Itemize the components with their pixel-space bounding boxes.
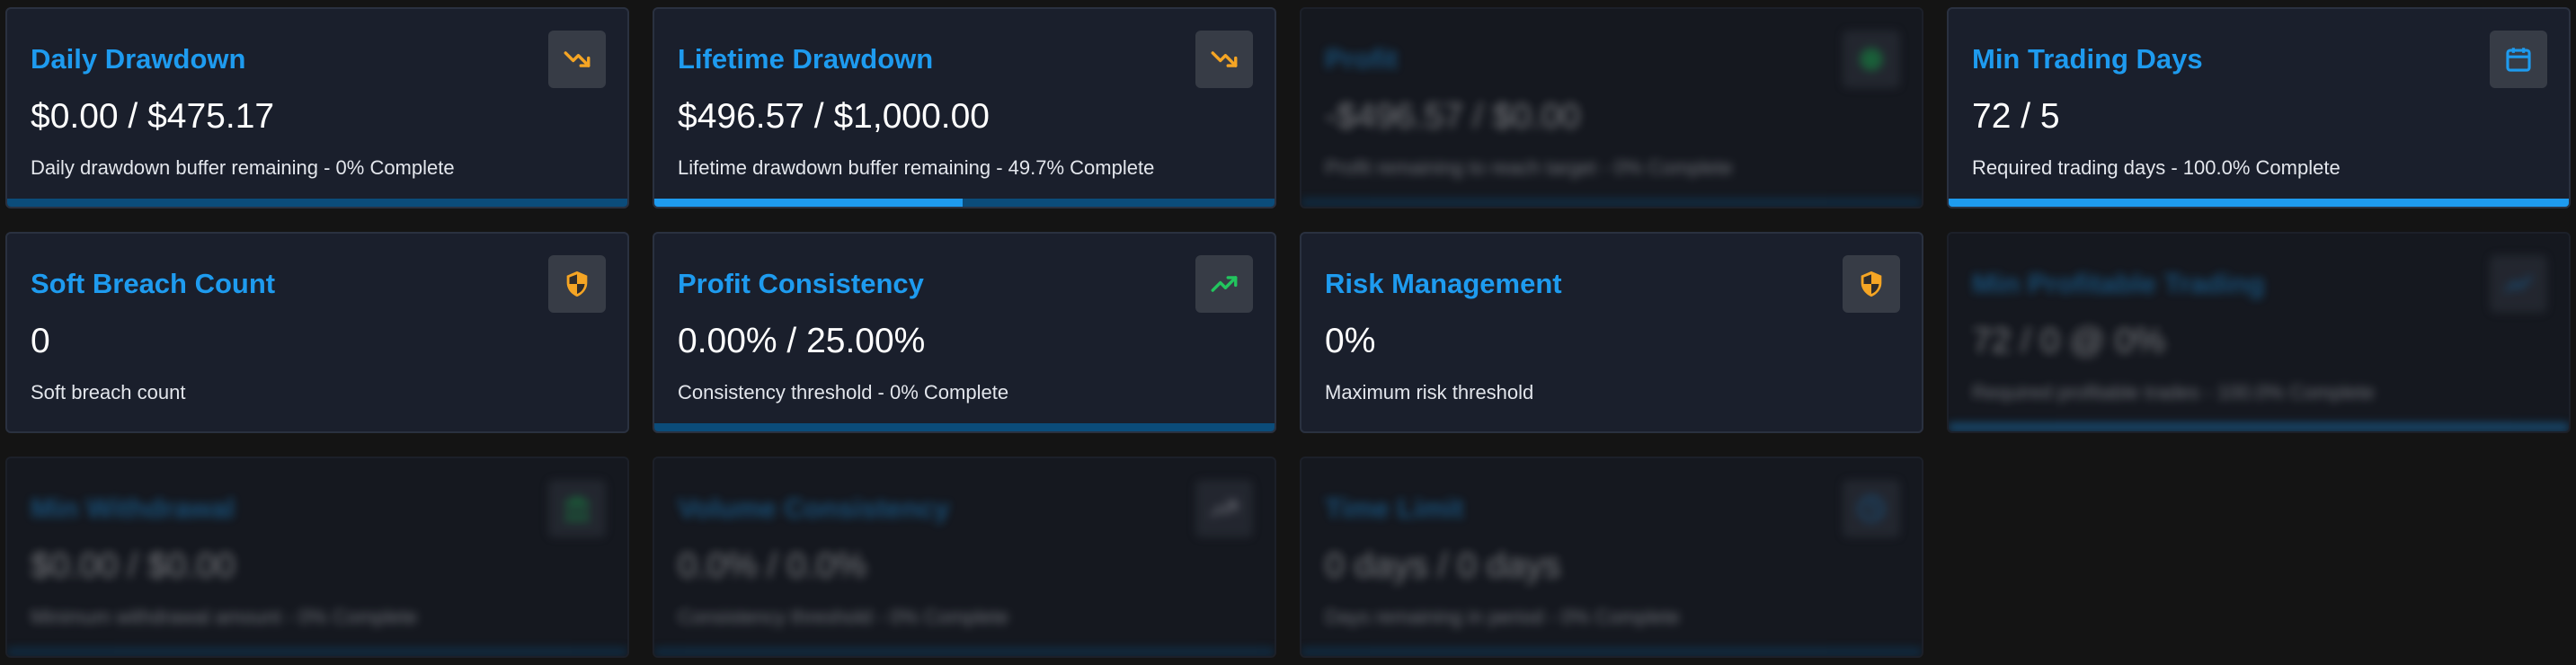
- card-title: Volume Consistency: [678, 492, 950, 524]
- bank-icon: [548, 480, 606, 537]
- progress-bar: [7, 199, 627, 207]
- card-title: Risk Management: [1325, 268, 1562, 299]
- card-value: 72 / 5: [1972, 97, 2060, 136]
- card-value: -$496.57 / $0.00: [1325, 97, 1581, 136]
- status-dot-icon: [1843, 31, 1900, 88]
- card-title: Min Profitable Trading: [1972, 268, 2265, 299]
- card-description: Profit remaining to reach target - 0% Co…: [1325, 156, 1733, 179]
- card-title: Time Limit: [1325, 492, 1464, 524]
- card-min-withdrawal: Min Withdrawal $0.00 / $0.00 Minimum wit…: [5, 457, 629, 658]
- progress-bar: [1949, 423, 2569, 431]
- trending-up-icon: [1195, 255, 1253, 313]
- card-value: 0%: [1325, 322, 1376, 360]
- card-value: $496.57 / $1,000.00: [678, 97, 990, 136]
- shield-icon: [1843, 255, 1900, 313]
- card-description: Required profitable trades - 100.0% Comp…: [1972, 381, 2375, 403]
- card-min-profitable-trading: Min Profitable Trading 72 / 0 @ 0% Requi…: [1947, 232, 2571, 433]
- progress-bar: [654, 648, 1275, 656]
- trending-up-icon: [2490, 255, 2547, 313]
- progress-fill: [1949, 199, 2569, 207]
- progress-fill: [1949, 423, 2569, 431]
- card-description: Soft breach count: [31, 381, 186, 403]
- card-description: Daily drawdown buffer remaining - 0% Com…: [31, 156, 455, 179]
- card-description: Days remaining in period - 0% Complete: [1325, 606, 1680, 628]
- card-value: 0 days / 0 days: [1325, 546, 1561, 585]
- calendar-icon: [2490, 31, 2547, 88]
- card-soft-breach-count: Soft Breach Count 0 Soft breach count: [5, 232, 629, 433]
- progress-bar: [654, 423, 1275, 431]
- card-title: Lifetime Drawdown: [678, 43, 934, 75]
- card-title: Profit Consistency: [678, 268, 924, 299]
- card-title: Daily Drawdown: [31, 43, 246, 75]
- card-title: Min Trading Days: [1972, 43, 2203, 75]
- card-title: Soft Breach Count: [31, 268, 276, 299]
- card-title: Profit: [1325, 43, 1398, 75]
- progress-bar: [1301, 199, 1922, 207]
- card-description: Consistency threshold - 0% Complete: [678, 606, 1009, 628]
- card-value: $0.00 / $0.00: [31, 546, 235, 585]
- card-value: 0.0% / 0.0%: [678, 546, 867, 585]
- progress-fill: [654, 199, 963, 207]
- card-description: Consistency threshold - 0% Complete: [678, 381, 1009, 403]
- trending-up-icon: [1195, 480, 1253, 537]
- card-value: 72 / 0 @ 0%: [1972, 322, 2166, 360]
- card-value: 0.00% / 25.00%: [678, 322, 926, 360]
- card-value: $0.00 / $475.17: [31, 97, 275, 136]
- card-risk-management: Risk Management 0% Maximum risk threshol…: [1300, 232, 1923, 433]
- card-title: Min Withdrawal: [31, 492, 235, 524]
- progress-bar: [1949, 199, 2569, 207]
- card-profit: Profit -$496.57 / $0.00 Profit remaining…: [1300, 7, 1923, 208]
- progress-bar: [7, 648, 627, 656]
- card-description: Required trading days - 100.0% Complete: [1972, 156, 2341, 179]
- progress-bar: [1301, 648, 1922, 656]
- card-min-trading-days: Min Trading Days 72 / 5 Required trading…: [1947, 7, 2571, 208]
- card-value: 0: [31, 322, 50, 360]
- card-description: Minimum withdrawal amount - 0% Complete: [31, 606, 418, 628]
- card-daily-drawdown: Daily Drawdown $0.00 / $475.17 Daily dra…: [5, 7, 629, 208]
- clock-icon: [1843, 480, 1900, 537]
- card-description: Lifetime drawdown buffer remaining - 49.…: [678, 156, 1155, 179]
- card-profit-consistency: Profit Consistency 0.00% / 25.00% Consis…: [653, 232, 1276, 433]
- card-lifetime-drawdown: Lifetime Drawdown $496.57 / $1,000.00 Li…: [653, 7, 1276, 208]
- card-volume-consistency: Volume Consistency 0.0% / 0.0% Consisten…: [653, 457, 1276, 658]
- shield-icon: [548, 255, 606, 313]
- trending-down-icon: [1195, 31, 1253, 88]
- trending-down-icon: [548, 31, 606, 88]
- card-time-limit: Time Limit 0 days / 0 days Days remainin…: [1300, 457, 1923, 658]
- dashboard-grid: Daily Drawdown $0.00 / $475.17 Daily dra…: [0, 0, 2576, 665]
- progress-bar: [654, 199, 1275, 207]
- card-description: Maximum risk threshold: [1325, 381, 1534, 403]
